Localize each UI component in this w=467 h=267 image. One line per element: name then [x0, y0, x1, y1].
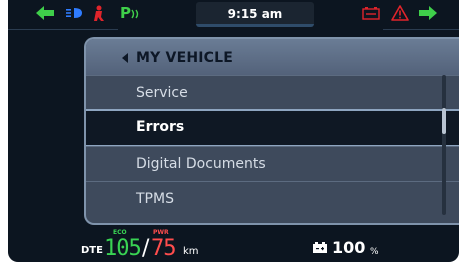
clock-time: 9:15 am — [227, 7, 283, 21]
warning-triangle-icon — [391, 5, 409, 21]
pwr-label: PWR — [153, 229, 169, 236]
range-unit: km — [183, 246, 199, 257]
headlight-icon — [66, 8, 82, 18]
battery-unit: % — [370, 247, 379, 257]
menu-item-tpms[interactable]: TPMS — [86, 181, 459, 216]
scrollbar-thumb[interactable] — [442, 108, 446, 134]
menu-item-label: Service — [136, 85, 188, 101]
menu-item-service[interactable]: Service — [86, 75, 459, 110]
park-mode-icon: P — [120, 4, 141, 22]
signal-waves-icon — [131, 9, 139, 18]
kickstand-icon — [94, 5, 104, 21]
menu-item-label: Digital Documents — [136, 156, 266, 172]
bottom-bar: DTE ECO 105 / PWR 75 km 100 % — [8, 225, 459, 262]
battery-percentage: 100 — [332, 238, 366, 257]
right-turn-arrow-icon — [419, 6, 437, 20]
dte-label: DTE — [81, 245, 103, 256]
menu-title: MY VEHICLE — [136, 50, 234, 66]
status-divider-left — [8, 29, 118, 30]
back-arrow-icon — [122, 53, 128, 63]
menu-header: MY VEHICLE — [86, 39, 459, 75]
status-divider-right — [383, 29, 459, 30]
clock: 9:15 am — [196, 2, 314, 27]
status-bar: P 9:15 am — [8, 0, 459, 32]
dashboard-screen: P 9:15 am MY VEHICLE Service Errors Digi… — [8, 0, 459, 262]
battery-icon — [313, 242, 327, 253]
menu-item-label: Errors — [136, 119, 185, 135]
menu-item-errors[interactable]: Errors — [86, 109, 459, 147]
menu-item-label: TPMS — [136, 191, 174, 207]
pwr-range-value: 75 — [151, 236, 176, 261]
back-button[interactable]: MY VEHICLE — [122, 49, 233, 67]
menu-item-digital-documents[interactable]: Digital Documents — [86, 146, 459, 181]
battery-warning-icon — [362, 7, 380, 20]
eco-range-value: 105 — [104, 236, 142, 261]
left-turn-arrow-icon — [36, 6, 54, 20]
menu-scrollbar[interactable] — [442, 75, 446, 215]
park-mode-label: P — [120, 4, 131, 22]
eco-label: ECO — [113, 229, 127, 236]
menu-panel: MY VEHICLE Service Errors Digital Docume… — [84, 37, 459, 225]
range-separator: / — [142, 236, 150, 261]
